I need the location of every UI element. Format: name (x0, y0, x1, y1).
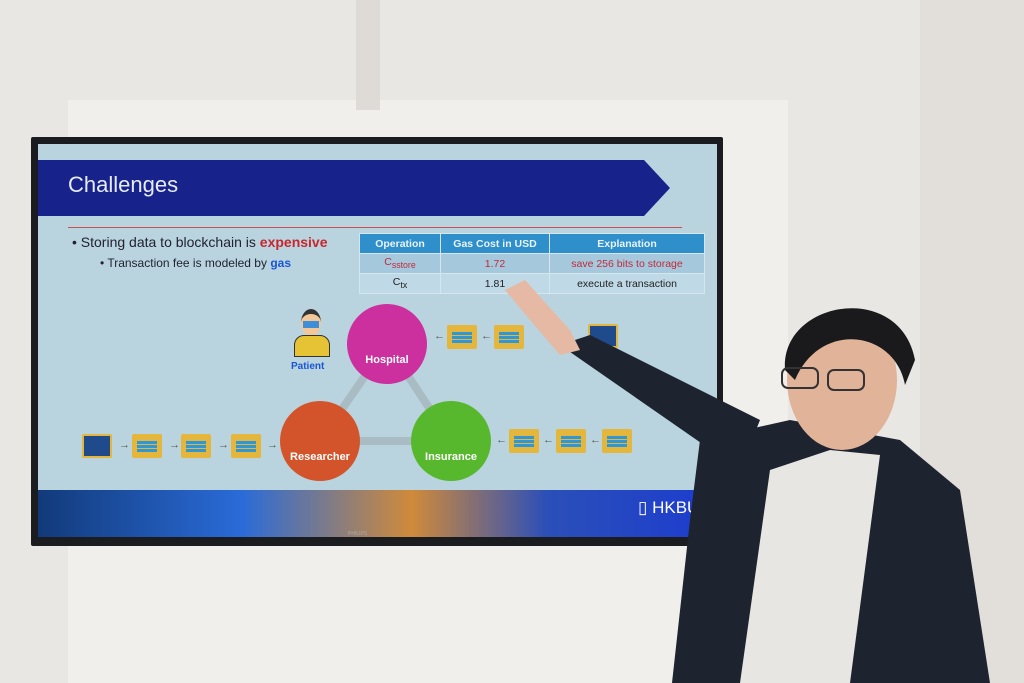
presenter-hand (505, 280, 580, 355)
presenter (505, 280, 990, 683)
